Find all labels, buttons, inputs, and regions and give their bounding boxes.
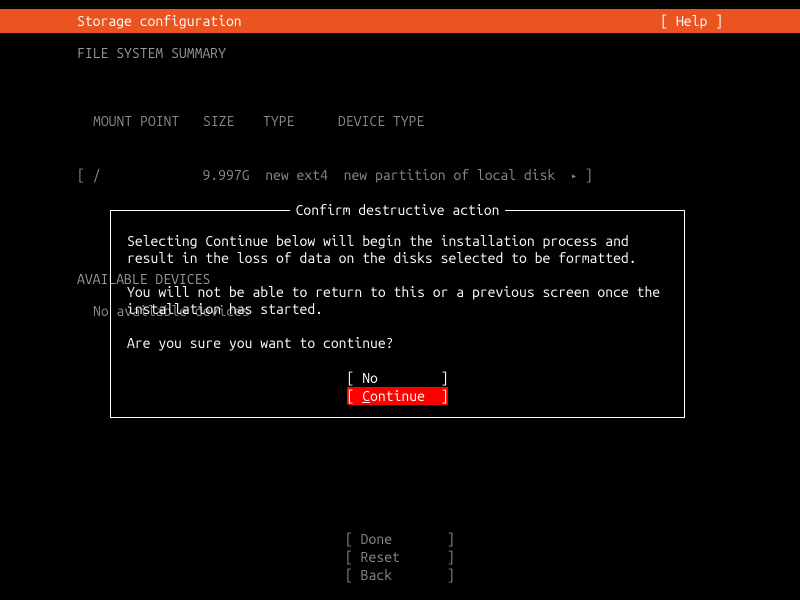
chevron-right-icon: ▸ [571,170,577,181]
dialog-paragraph-3: Are you sure you want to continue? [127,335,668,352]
back-button[interactable]: [ Back ] [345,566,455,584]
screen-title: Storage configuration [77,9,242,33]
table-row[interactable]: [ / 9.997G new ext4 new partition of loc… [77,166,723,185]
reset-button[interactable]: [ Reset ] [345,548,455,566]
mount-value: / [93,167,101,183]
continue-button[interactable]: [ Continue ] [347,387,449,405]
col-size: SIZE [203,112,263,130]
filesystem-summary-header: FILE SYSTEM SUMMARY [77,44,723,62]
title-bar: Storage configuration [ Help ] [0,9,800,33]
size-value: 9.997G [202,167,249,183]
type-value: new ext4 [265,167,328,183]
help-button[interactable]: [ Help ] [660,9,723,33]
footer-button-row: [ Done ] [ Reset ] [ Back ] [0,530,800,584]
dialog-paragraph-2: You will not be able to return to this o… [127,284,668,318]
no-button[interactable]: [ No ] [347,369,449,387]
confirm-dialog: Confirm destructive action Selecting Con… [110,210,685,418]
device-value: new partition of local disk [344,167,556,183]
dialog-paragraph-1: Selecting Continue below will begin the … [127,233,668,267]
col-device: DEVICE TYPE [338,112,424,130]
dialog-title: Confirm destructive action [290,201,506,219]
filesystem-summary-table: MOUNT POINT SIZE TYPE DEVICE TYPE [ / 9.… [77,76,723,221]
col-mount: MOUNT POINT [77,112,203,130]
summary-columns: MOUNT POINT SIZE TYPE DEVICE TYPE [77,112,723,130]
dialog-button-row: [ No ] [ Continue ] [127,369,668,405]
col-type: TYPE [263,112,338,130]
done-button[interactable]: [ Done ] [345,530,455,548]
